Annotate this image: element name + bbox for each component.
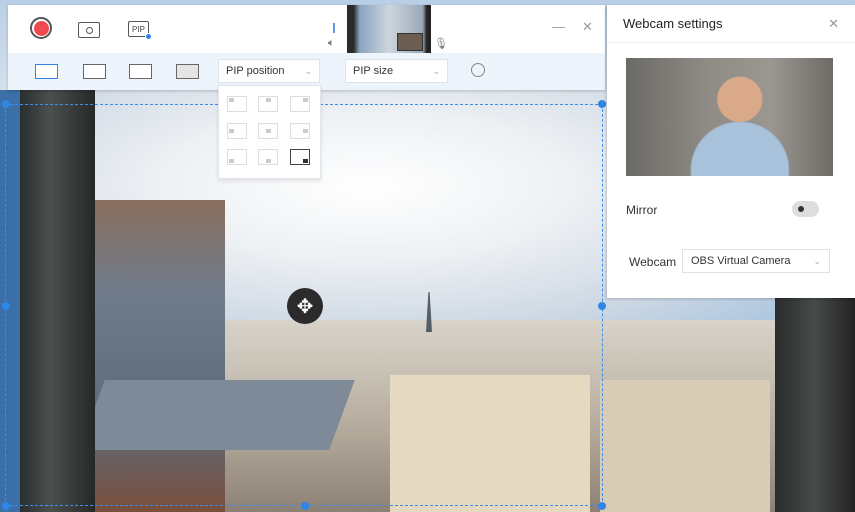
chevron-down-icon: ⌄ — [813, 255, 821, 266]
screen-only-mode-button[interactable] — [176, 64, 199, 79]
volume-level — [333, 23, 335, 33]
resize-handle[interactable] — [2, 100, 10, 108]
check-badge-icon — [145, 33, 152, 40]
minimize-button[interactable]: — — [552, 19, 565, 34]
resize-handle[interactable] — [598, 100, 606, 108]
position-middle-left[interactable] — [227, 123, 247, 139]
resize-handle[interactable] — [2, 502, 10, 510]
webcam-only-mode-button[interactable] — [129, 64, 152, 79]
pip-position-label: PIP position — [226, 65, 285, 77]
pip-position-menu — [218, 85, 321, 179]
close-panel-button[interactable]: ✕ — [828, 16, 839, 32]
position-top-right[interactable] — [290, 96, 310, 112]
pip-label: PIP — [132, 24, 145, 34]
pip-size-dropdown[interactable]: PIP size ⌄ — [345, 59, 448, 83]
side-by-side-mode-button[interactable] — [83, 64, 106, 79]
webcam-settings-panel: Webcam settings ✕ Mirror Webcam OBS Virtu… — [607, 5, 855, 298]
position-middle-right[interactable] — [290, 123, 310, 139]
webcam-settings-icon[interactable] — [471, 63, 485, 77]
position-top-center[interactable] — [258, 96, 278, 112]
position-bottom-right[interactable] — [290, 149, 310, 165]
pip-size-label: PIP size — [353, 65, 394, 77]
speaker-icon[interactable]: 🔈︎ — [328, 37, 335, 50]
webcam-preview — [626, 58, 833, 176]
record-button[interactable] — [30, 17, 52, 39]
webcam-overlay-preview — [397, 33, 423, 51]
webcam-label: Webcam — [629, 255, 677, 269]
resize-handle[interactable] — [301, 502, 309, 510]
panel-title: Webcam settings — [623, 16, 723, 31]
screenshot-button[interactable] — [78, 22, 100, 38]
close-button[interactable]: ✕ — [582, 19, 593, 35]
position-center[interactable] — [258, 123, 278, 139]
chevron-down-icon: ⌄ — [432, 65, 440, 76]
mirror-toggle[interactable] — [792, 201, 819, 217]
move-icon[interactable]: ✥ — [287, 288, 323, 324]
pip-position-dropdown[interactable]: PIP position ⌄ — [218, 59, 320, 83]
resize-handle[interactable] — [598, 302, 606, 310]
resize-handle[interactable] — [598, 502, 606, 510]
webcam-select-value: OBS Virtual Camera — [691, 255, 791, 267]
microphone-icon[interactable]: 🎙︎ — [434, 37, 448, 50]
position-top-left[interactable] — [227, 96, 247, 112]
recording-preview — [347, 5, 431, 53]
recorder-toolbar: PIP 🔈︎ 🎙︎ — ✕ PIP position ⌄ PIP size ⌄ — [8, 5, 605, 90]
chevron-down-icon: ⌄ — [304, 65, 312, 76]
resize-handle[interactable] — [2, 302, 10, 310]
position-bottom-center[interactable] — [258, 149, 278, 165]
mirror-label: Mirror — [626, 203, 658, 217]
pip-button[interactable]: PIP — [128, 21, 152, 40]
pip-mode-button[interactable] — [35, 64, 58, 79]
webcam-select[interactable]: OBS Virtual Camera ⌄ — [682, 249, 830, 273]
position-bottom-left[interactable] — [227, 149, 247, 165]
